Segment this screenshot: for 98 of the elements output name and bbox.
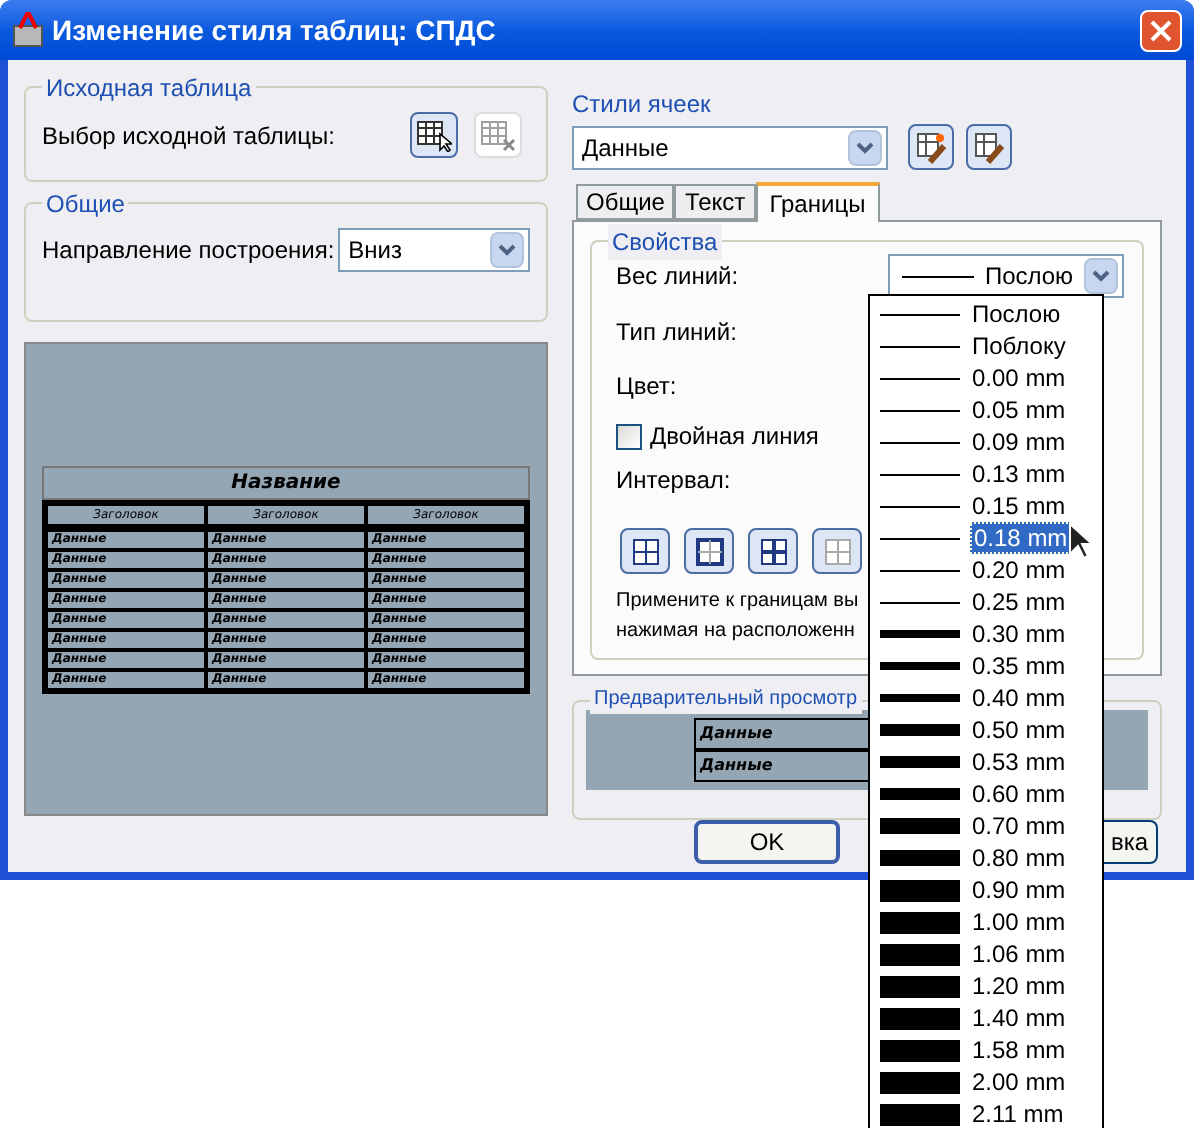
mouse-pointer-icon [1068, 522, 1094, 562]
border-button[interactable] [684, 528, 734, 574]
manage-style-button[interactable] [966, 124, 1012, 170]
hint-text: Примените к границам вы [616, 588, 859, 616]
list-item[interactable]: 0.05 mm [870, 394, 1102, 426]
table-brush-icon [915, 131, 947, 163]
list-item[interactable]: 0.15 mm [870, 490, 1102, 522]
list-item[interactable]: 0.70 mm [870, 810, 1102, 842]
line-sample [880, 505, 960, 507]
table-brush-icon [973, 131, 1005, 163]
list-item[interactable]: 1.06 mm [870, 938, 1102, 970]
line-sample [880, 879, 960, 901]
list-item[interactable]: 2.11 mm [870, 1098, 1102, 1128]
line-sample [880, 313, 960, 315]
line-sample [880, 694, 960, 702]
line-sample [880, 537, 960, 539]
dropdown-button[interactable] [1084, 258, 1118, 294]
line-sample [880, 943, 960, 965]
line-sample [880, 818, 960, 834]
table-select-icon [416, 119, 452, 151]
list-item[interactable]: 0.60 mm [870, 778, 1102, 810]
line-sample [880, 377, 960, 379]
app-logo-icon [12, 12, 44, 48]
preview-title: Название [42, 465, 530, 499]
field-label: Выбор исходной таблицы: [42, 119, 337, 153]
tab[interactable]: Общие [576, 184, 675, 220]
line-sample [880, 473, 960, 475]
field-label: Направление построения: [42, 234, 335, 268]
tab[interactable]: Текст [674, 184, 756, 220]
dialog-button[interactable]: OK [694, 820, 840, 864]
section-title: Стили ячеек [572, 88, 713, 122]
line-sample [880, 788, 960, 800]
border-icon [631, 537, 659, 565]
line-sample [880, 975, 960, 997]
tab[interactable]: Границы [755, 182, 880, 222]
line-sample [880, 409, 960, 411]
line-sample [880, 569, 960, 571]
border-icon [759, 537, 787, 565]
list-item[interactable]: 0.40 mm [870, 682, 1102, 714]
table-delete-icon [480, 119, 516, 151]
list-item[interactable]: 1.00 mm [870, 906, 1102, 938]
field-label: Тип линий: [616, 316, 737, 350]
new-style-button[interactable] [908, 124, 954, 170]
list-item[interactable]: 2.00 mm [870, 1066, 1102, 1098]
border-icon [823, 537, 851, 565]
line-sample [880, 850, 960, 866]
list-item[interactable]: 0.13 mm [870, 458, 1102, 490]
lineweight-dropdown[interactable]: Послою [888, 254, 1124, 298]
checkbox-label: Двойная линия [650, 420, 819, 454]
checkbox[interactable] [616, 423, 642, 449]
dropdown-button[interactable] [490, 232, 524, 268]
list-item[interactable]: 0.18 mm [870, 522, 1102, 554]
list-item[interactable]: 1.20 mm [870, 970, 1102, 1002]
list-item[interactable]: 0.20 mm [870, 554, 1102, 586]
line-sample [880, 756, 960, 768]
line-sample [880, 1039, 960, 1061]
cell-style-dropdown[interactable]: Данные [572, 125, 888, 169]
group-title: Предварительный просмотр [590, 684, 862, 714]
line-sample [880, 630, 960, 638]
list-item[interactable]: 0.25 mm [870, 586, 1102, 618]
line-sample [880, 724, 960, 736]
window-title: Изменение стиля таблиц: СПДС [52, 11, 498, 50]
line-sample [880, 662, 960, 670]
list-item[interactable]: 0.80 mm [870, 842, 1102, 874]
field-label: Вес линий: [616, 260, 741, 294]
close-button[interactable] [1140, 9, 1182, 51]
line-sample [880, 1071, 960, 1093]
select-table-button[interactable] [410, 112, 458, 158]
line-sample [880, 911, 960, 933]
list-item[interactable]: 1.58 mm [870, 1034, 1102, 1066]
list-item[interactable]: 0.90 mm [870, 874, 1102, 906]
field-label: Цвет: [616, 370, 677, 404]
list-item[interactable]: Послою [870, 298, 1102, 330]
field-label: Интервал: [616, 464, 731, 498]
dialog-button[interactable]: вка [1104, 820, 1158, 864]
border-button[interactable] [812, 528, 862, 574]
line-sample [880, 1007, 960, 1029]
line-sample [880, 601, 960, 603]
hint-text: нажимая на расположенн [616, 618, 855, 646]
close-icon [1150, 19, 1172, 41]
list-item[interactable]: 0.00 mm [870, 362, 1102, 394]
border-icon [695, 537, 723, 565]
border-button[interactable] [620, 528, 670, 574]
list-item[interactable]: 0.35 mm [870, 650, 1102, 682]
line-sample [880, 441, 960, 443]
list-item[interactable]: 0.09 mm [870, 426, 1102, 458]
border-button[interactable] [748, 528, 798, 574]
caret-icon [856, 141, 874, 153]
dropdown-button[interactable] [848, 129, 882, 165]
remove-table-button[interactable] [474, 112, 522, 158]
group-title: Свойства [608, 224, 722, 260]
direction-dropdown[interactable]: Вниз [338, 228, 530, 272]
line-sample [880, 345, 960, 347]
list-item[interactable]: Поблоку [870, 330, 1102, 362]
list-item[interactable]: 1.40 mm [870, 1002, 1102, 1034]
caret-icon [498, 244, 516, 256]
list-item[interactable]: 0.30 mm [870, 618, 1102, 650]
caret-icon [1092, 270, 1110, 282]
